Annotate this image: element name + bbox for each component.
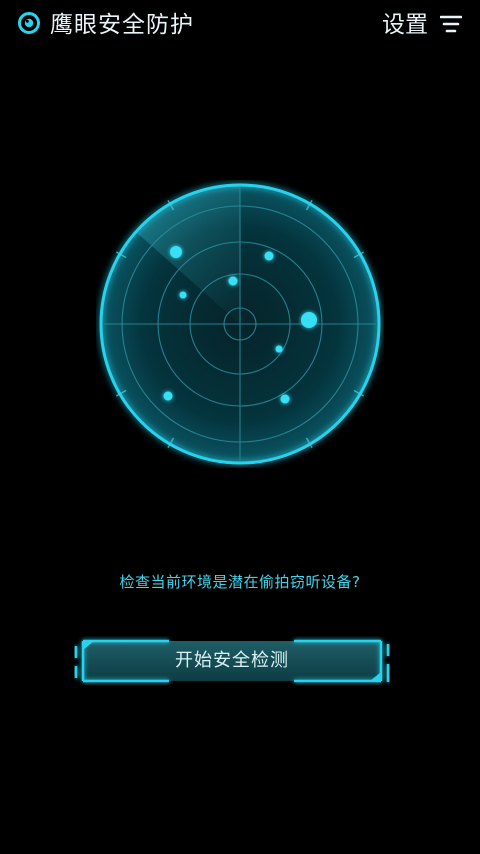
app-header: 鹰眼安全防护 设置 — [0, 0, 480, 52]
radar-target-dot — [163, 391, 173, 401]
app-title: 鹰眼安全防护 — [50, 12, 194, 38]
start-scan-button[interactable]: 开始安全检测 — [74, 636, 390, 686]
radar-scanner — [99, 183, 381, 465]
radar-target-dot — [280, 394, 290, 404]
radar-target-dot — [301, 312, 317, 328]
radar-target-dot — [275, 345, 283, 353]
radar-target-dot — [264, 251, 274, 261]
settings-button[interactable]: 设置 — [382, 10, 428, 40]
radar-target-dot — [179, 291, 187, 299]
scan-prompt: 检查当前环境是潜在偷拍窃听设备? — [119, 573, 361, 591]
radar-target-dot — [228, 276, 238, 286]
scan-button-label: 开始安全检测 — [175, 650, 289, 671]
menu-lines-icon[interactable] — [440, 14, 462, 34]
eye-logo-icon — [18, 12, 40, 34]
radar-target-dot — [170, 246, 182, 258]
